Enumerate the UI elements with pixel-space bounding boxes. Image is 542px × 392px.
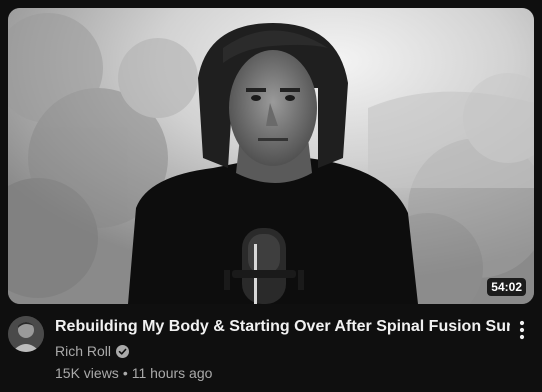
verified-check-icon — [116, 344, 130, 358]
stats-separator: • — [122, 365, 128, 381]
duration-badge: 54:02 — [487, 278, 526, 296]
avatar-image — [8, 316, 44, 352]
channel-avatar[interactable] — [8, 316, 44, 352]
video-card: 54:02 Rebuilding My Body & Starting Over… — [0, 0, 542, 392]
more-vert-icon[interactable] — [514, 318, 530, 342]
channel-line: Rich Roll — [55, 341, 510, 361]
video-thumbnail[interactable]: 54:02 — [8, 8, 534, 304]
view-count: 15K views — [55, 365, 119, 381]
published-time: 11 hours ago — [131, 365, 213, 381]
video-title[interactable]: Rebuilding My Body & Starting Over After… — [55, 316, 510, 338]
video-meta: Rebuilding My Body & Starting Over After… — [8, 316, 534, 386]
video-stats: 15K views • 11 hours ago — [55, 363, 510, 383]
channel-name[interactable]: Rich Roll — [55, 341, 111, 361]
video-details: Rebuilding My Body & Starting Over After… — [55, 316, 510, 383]
thumbnail-image — [8, 8, 534, 304]
